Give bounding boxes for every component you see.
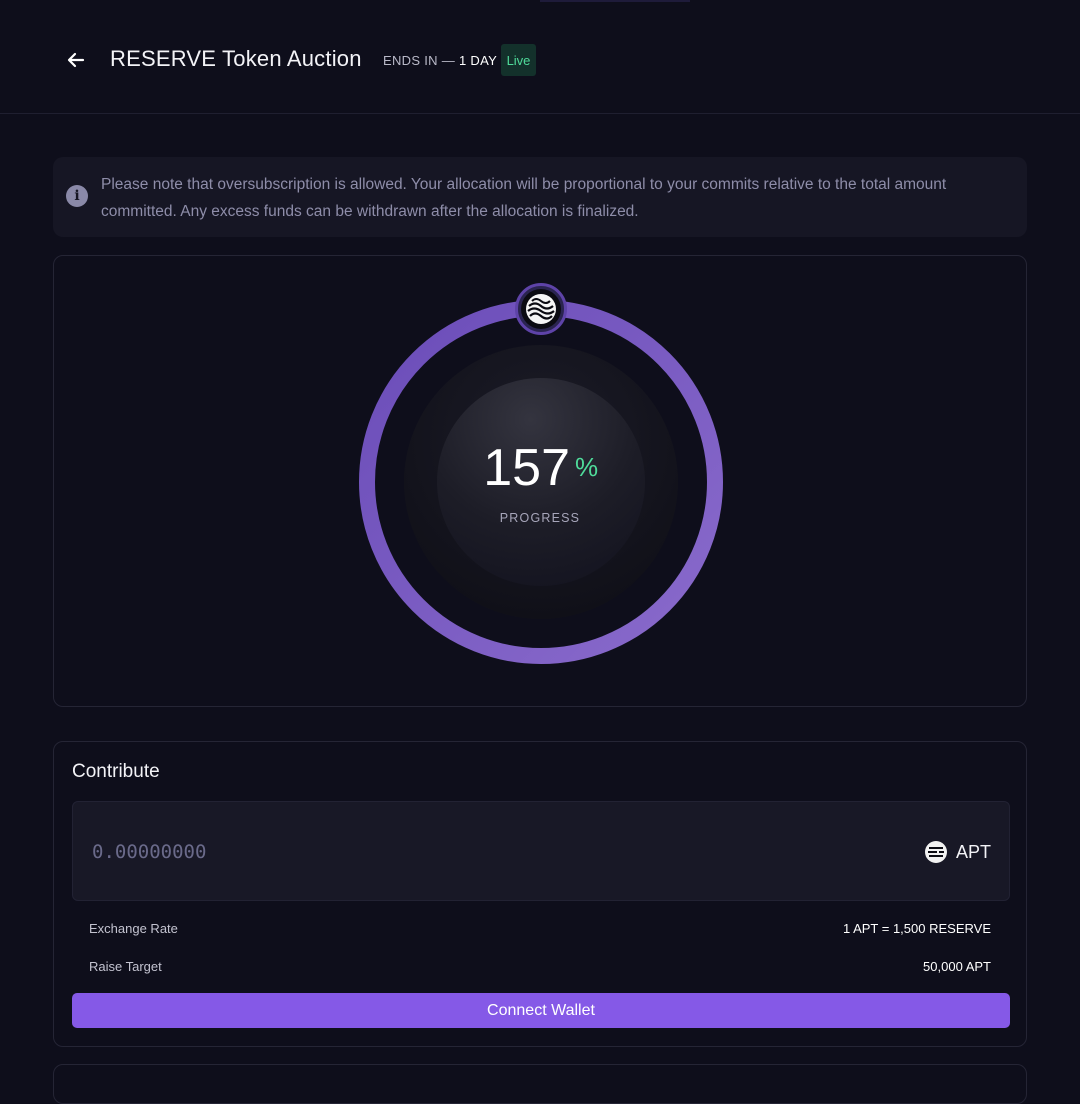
progress-label: PROGRESS — [499, 511, 581, 525]
page-title: RESERVE Token Auction — [110, 46, 362, 71]
raise-target-value: 50,000 APT — [923, 959, 991, 974]
info-icon: i — [66, 185, 88, 207]
next-card — [53, 1064, 1027, 1104]
progress-card: 157 % PROGRESS — [53, 255, 1027, 707]
exchange-rate-label: Exchange Rate — [89, 921, 178, 936]
back-button[interactable] — [60, 44, 92, 76]
contribute-card: Contribute APT Exchange Rate 1 APT = 1,5… — [53, 741, 1027, 1047]
arrow-left-icon — [67, 52, 85, 68]
ends-in-label: ENDS IN — — [383, 53, 456, 68]
amount-input[interactable] — [90, 832, 690, 872]
token-badge — [515, 283, 567, 335]
info-notice-text: Please note that oversubscription is all… — [101, 176, 947, 220]
apt-icon — [924, 841, 947, 863]
ends-in-countdown: ENDS IN — 1 DAY — [383, 53, 497, 68]
info-notice: i Please note that oversubscription is a… — [53, 157, 1027, 237]
currency-label: APT — [955, 841, 991, 862]
progress-unit: % — [575, 452, 599, 482]
page-header: RESERVE Token Auction ENDS IN — 1 DAY Li… — [0, 0, 1080, 114]
reserve-token-icon — [521, 289, 561, 329]
ends-in-value: 1 DAY — [458, 53, 498, 68]
currency-selector: APT — [924, 839, 991, 865]
amount-field: APT — [72, 801, 1010, 901]
status-badge: Live — [501, 44, 536, 76]
contribute-title: Contribute — [72, 761, 160, 782]
connect-wallet-button[interactable]: Connect Wallet — [72, 993, 1010, 1028]
progress-value: 157 — [483, 439, 570, 497]
exchange-rate-value: 1 APT = 1,500 RESERVE — [842, 921, 991, 936]
raise-target-label: Raise Target — [89, 959, 162, 974]
